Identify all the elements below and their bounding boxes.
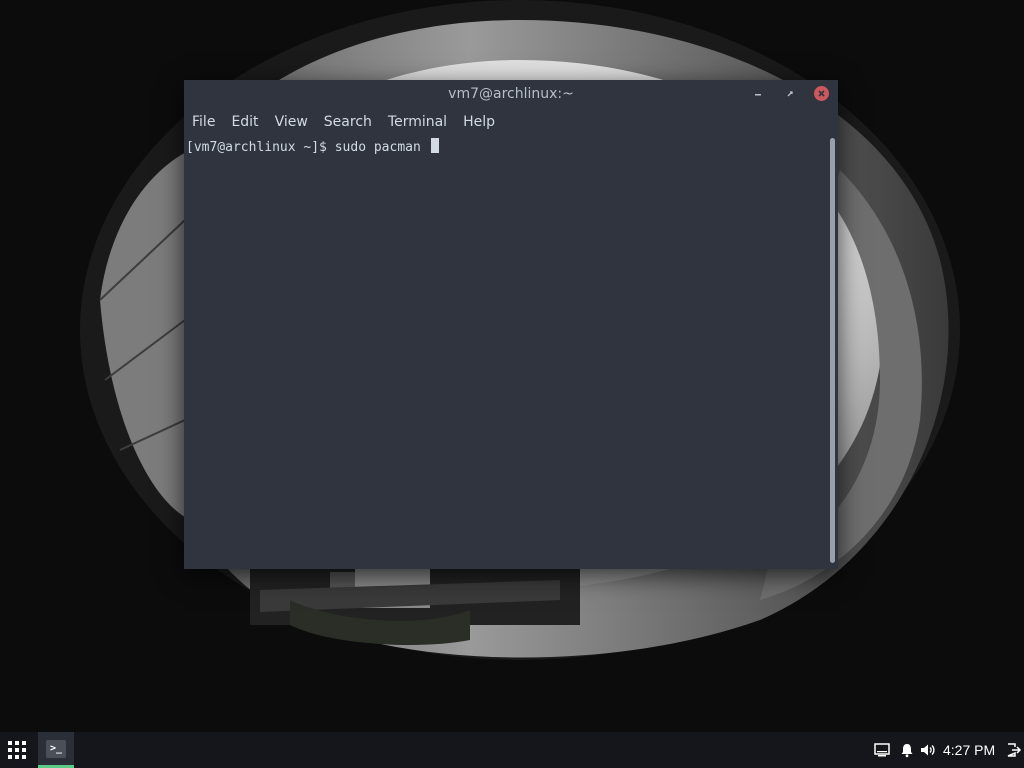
text-cursor (430, 138, 439, 153)
vertical-scrollbar[interactable] (828, 136, 838, 569)
taskbar-clock[interactable]: 4:27 PM (943, 732, 995, 768)
menu-view[interactable]: View (267, 108, 316, 136)
terminal-app-icon: >_ (46, 740, 66, 758)
tray-display-button[interactable] (873, 741, 891, 759)
scrollbar-thumb[interactable] (830, 138, 835, 563)
typed-command: sudo pacman (334, 140, 429, 155)
taskbar-terminal-button[interactable]: >_ (38, 732, 74, 768)
menu-help[interactable]: Help (455, 108, 503, 136)
taskbar: >_ 4:27 PM (0, 732, 1024, 768)
terminal-window: vm7@archlinux:~ File Edit View Search Te… (184, 80, 838, 569)
menu-bar: File Edit View Search Terminal Help (184, 108, 838, 136)
logout-icon (1007, 743, 1022, 757)
maximize-icon (787, 91, 793, 97)
display-icon (874, 743, 890, 757)
window-title: vm7@archlinux:~ (448, 86, 574, 102)
close-button[interactable] (814, 86, 829, 101)
logout-button[interactable] (1004, 741, 1022, 759)
terminal-line: [vm7@archlinux ~]$ sudo pacman (186, 138, 439, 157)
desktop: vm7@archlinux:~ File Edit View Search Te… (0, 0, 1024, 732)
shell-prompt: [vm7@archlinux ~]$ (186, 140, 335, 155)
minimize-button[interactable] (750, 86, 766, 102)
bell-icon (901, 744, 913, 758)
tray-volume-button[interactable] (919, 741, 937, 759)
menu-search[interactable]: Search (316, 108, 380, 136)
menu-file[interactable]: File (184, 108, 223, 136)
menu-terminal[interactable]: Terminal (380, 108, 455, 136)
apps-menu-button[interactable] (6, 739, 28, 761)
terminal-output[interactable]: [vm7@archlinux ~]$ sudo pacman (184, 136, 828, 569)
window-titlebar[interactable]: vm7@archlinux:~ (184, 80, 838, 108)
tray-notifications-button[interactable] (898, 741, 916, 759)
maximize-button[interactable] (782, 86, 798, 102)
close-icon (818, 90, 825, 97)
minimize-icon (755, 94, 761, 96)
volume-icon (921, 744, 935, 756)
menu-edit[interactable]: Edit (223, 108, 266, 136)
apps-grid-icon (8, 741, 26, 759)
